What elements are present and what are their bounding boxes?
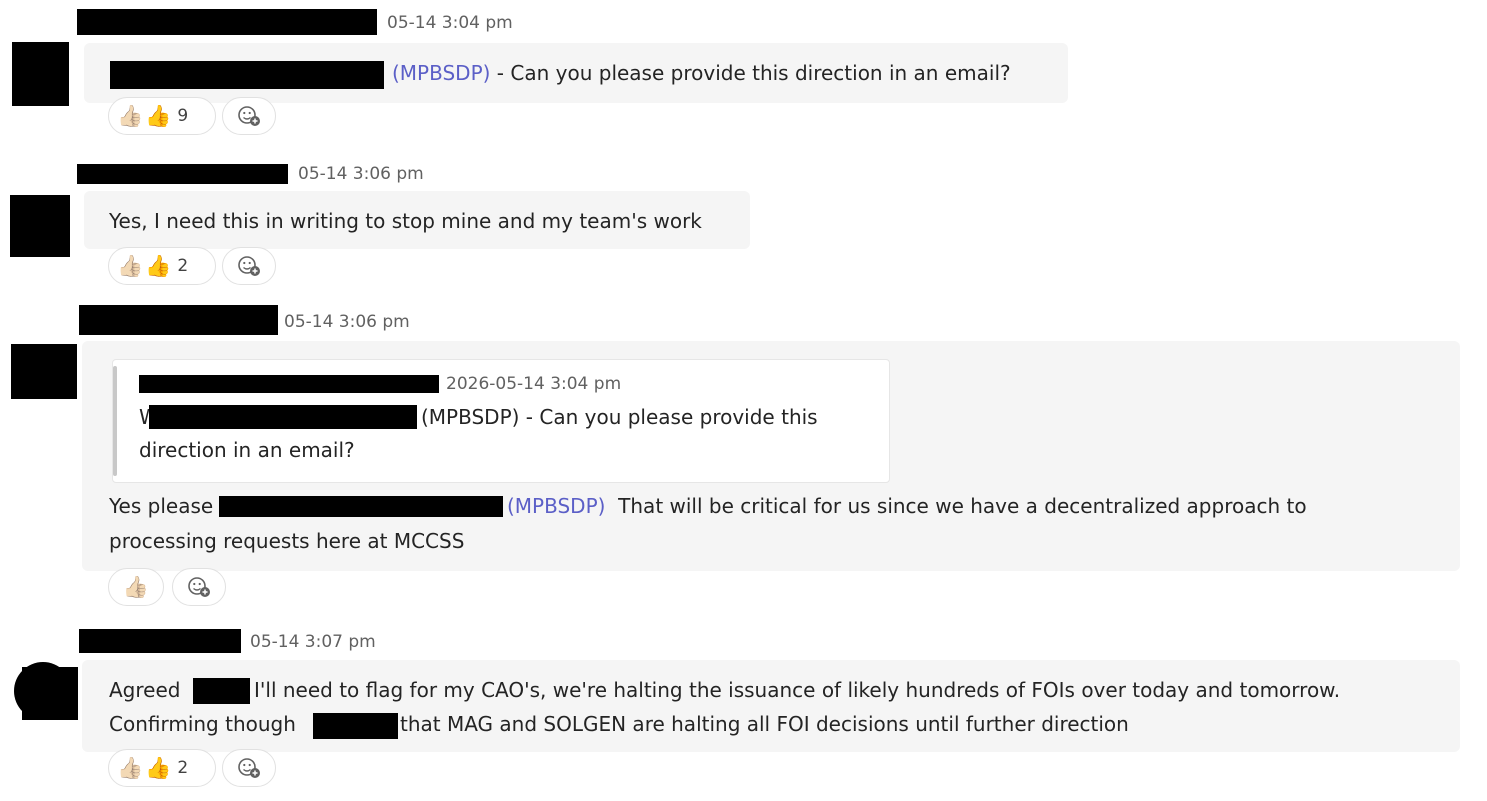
message-bubble (82, 660, 1460, 752)
add-reaction-icon (188, 577, 210, 597)
avatar-redaction (22, 667, 78, 720)
quote-accent-bar (113, 366, 117, 476)
add-reaction-button[interactable] (172, 568, 226, 606)
add-reaction-button[interactable] (222, 97, 276, 135)
message-timestamp: 05-14 3:07 pm (250, 632, 376, 652)
redacted-sender-name (79, 629, 241, 653)
redacted-quote-mention (149, 405, 417, 429)
redacted-name (313, 713, 398, 739)
reaction-like-button[interactable]: 👍 👍 2 (108, 247, 216, 285)
quote-text: (MPBSDP) - Can you please provide this (421, 405, 818, 429)
message-timestamp: 05-14 3:04 pm (387, 13, 513, 33)
avatar[interactable] (12, 42, 69, 106)
avatar[interactable] (11, 344, 77, 399)
quote-text: direction in an email? (139, 438, 355, 462)
thumbs-up-icon: 👍 (145, 104, 172, 128)
message-text: Agreed (109, 678, 181, 702)
reaction-like-button[interactable]: 👍 👍 2 (108, 749, 216, 787)
redacted-sender-name (79, 305, 278, 335)
message-text: (MPBSDP) That will be critical for us si… (507, 494, 1307, 518)
thumbs-up-icon: 👍 (117, 254, 144, 278)
thumbs-up-icon: 👍 (145, 254, 172, 278)
reaction-count: 2 (177, 256, 189, 276)
thumbs-up-icon: 👍 (145, 756, 172, 780)
message-timestamp: 05-14 3:06 pm (284, 312, 410, 332)
redacted-name (193, 678, 250, 704)
add-reaction-button[interactable] (222, 247, 276, 285)
mention-link[interactable]: (MPBSDP) (392, 61, 490, 85)
redacted-quote-author (139, 375, 439, 393)
quote-timestamp: 2026-05-14 3:04 pm (446, 374, 622, 394)
reaction-count: 9 (177, 106, 189, 126)
reaction-like-button[interactable]: 👍 👍 9 (108, 97, 216, 135)
avatar[interactable] (10, 195, 70, 257)
reaction-like-button[interactable]: 👍 (108, 568, 164, 606)
add-reaction-icon (238, 758, 260, 778)
message-text: Yes please (109, 494, 214, 518)
add-reaction-icon (238, 256, 260, 276)
mention-link[interactable]: (MPBSDP) (507, 494, 605, 518)
message-timestamp: 05-14 3:06 pm (298, 164, 424, 184)
redacted-mention (219, 496, 503, 517)
thumbs-up-icon: 👍 (117, 756, 144, 780)
add-reaction-button[interactable] (222, 749, 276, 787)
reaction-count: 2 (177, 758, 189, 778)
message-text: (MPBSDP) - Can you please provide this d… (392, 61, 1011, 85)
add-reaction-icon (238, 106, 260, 126)
thumbs-up-icon: 👍 (122, 575, 150, 599)
redacted-mention (110, 61, 384, 89)
message-text: I'll need to flag for my CAO's, we're ha… (254, 678, 1341, 702)
message-text: processing requests here at MCCSS (109, 529, 465, 553)
redacted-sender-name (77, 164, 288, 184)
redacted-sender-name (77, 9, 377, 35)
thumbs-up-icon: 👍 (117, 104, 144, 128)
message-text: that MAG and SOLGEN are halting all FOI … (400, 712, 1129, 736)
message-text: Yes, I need this in writing to stop mine… (109, 209, 702, 233)
message-text: Confirming though (109, 712, 296, 736)
